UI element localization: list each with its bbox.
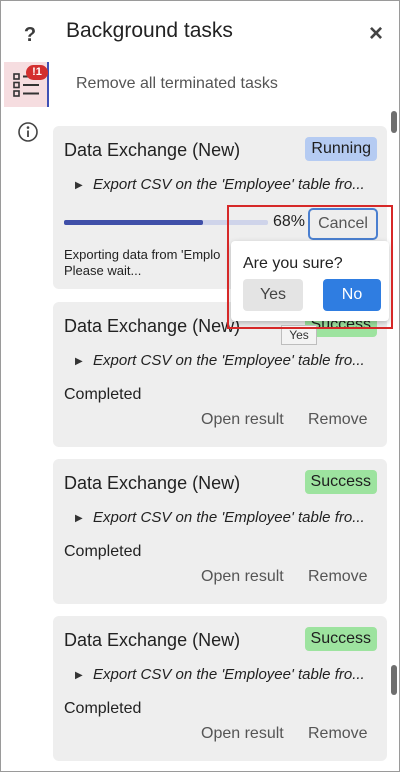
expand-triangle-icon: ▶ xyxy=(75,356,83,367)
task-detail-toggle[interactable]: ▶ Export CSV on the 'Employee' table fro.… xyxy=(75,176,375,193)
badge-count: 1 xyxy=(35,66,42,78)
status-badge: Success xyxy=(304,627,377,651)
open-result-button[interactable]: Open result xyxy=(201,411,284,429)
task-detail-toggle[interactable]: ▶ Export CSV on the 'Employee' table fro.… xyxy=(75,666,375,683)
scrollbar-thumb[interactable] xyxy=(391,111,397,133)
task-detail-text: Export CSV on the 'Employee' table fro..… xyxy=(93,176,365,193)
tasks-tab[interactable]: !1 xyxy=(4,62,49,107)
task-state: Completed xyxy=(64,386,142,403)
task-state: Completed xyxy=(64,543,142,560)
side-rail: ? !1 xyxy=(1,1,53,771)
help-icon[interactable]: ? xyxy=(19,21,41,49)
task-message-line1: Exporting data from 'Emplo xyxy=(64,247,221,262)
task-detail-toggle[interactable]: ▶ Export CSV on the 'Employee' table fro.… xyxy=(75,509,375,526)
status-badge: Running xyxy=(305,137,377,161)
task-detail-text: Export CSV on the 'Employee' table fro..… xyxy=(93,509,365,526)
task-card-success: Data Exchange (New) Success ▶ Export CSV … xyxy=(53,616,387,761)
task-message: Exporting data from 'Emplo Please wait..… xyxy=(64,247,234,279)
annotation-highlight-box xyxy=(227,205,393,329)
close-button[interactable]: × xyxy=(363,21,389,47)
remove-button[interactable]: Remove xyxy=(308,411,368,429)
task-card-success: Data Exchange (New) Success ▶ Export CSV … xyxy=(53,459,387,604)
task-detail-text: Export CSV on the 'Employee' table fro..… xyxy=(93,352,365,369)
remove-all-terminated-button[interactable]: Remove all terminated tasks xyxy=(76,75,278,93)
task-title: Data Exchange (New) xyxy=(64,630,241,650)
tasks-badge: !1 xyxy=(26,65,48,80)
progress-fill xyxy=(64,220,203,225)
scrollbar-thumb-lower[interactable] xyxy=(391,665,397,695)
status-badge: Success xyxy=(304,470,377,494)
task-message-line2: Please wait... xyxy=(64,263,142,278)
task-title: Data Exchange (New) xyxy=(64,140,241,160)
task-detail-toggle[interactable]: ▶ Export CSV on the 'Employee' table fro.… xyxy=(75,352,375,369)
expand-triangle-icon: ▶ xyxy=(75,180,83,191)
expand-triangle-icon: ▶ xyxy=(75,670,83,681)
panel-title: Background tasks xyxy=(66,19,233,42)
task-title: Data Exchange (New) xyxy=(64,316,241,336)
task-title: Data Exchange (New) xyxy=(64,473,241,493)
task-detail-text: Export CSV on the 'Employee' table fro..… xyxy=(93,666,365,683)
background-tasks-panel: ? !1 Background tasks × Remove all termi… xyxy=(0,0,400,772)
remove-button[interactable]: Remove xyxy=(308,725,368,743)
task-state: Completed xyxy=(64,700,142,717)
info-icon[interactable] xyxy=(17,121,39,143)
open-result-button[interactable]: Open result xyxy=(201,568,284,586)
expand-triangle-icon: ▶ xyxy=(75,513,83,524)
open-result-button[interactable]: Open result xyxy=(201,725,284,743)
remove-button[interactable]: Remove xyxy=(308,568,368,586)
